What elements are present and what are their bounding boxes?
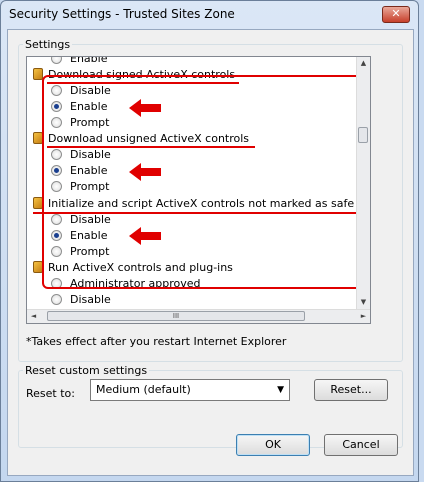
settings-list-box: Enable Download signed ActiveX controls … (26, 56, 371, 324)
horizontal-scrollbar[interactable]: ◄ III ► (27, 309, 370, 323)
scroll-up-icon[interactable]: ▲ (357, 57, 370, 70)
select-value: Medium (default) (96, 383, 191, 396)
scroll-down-icon[interactable]: ▼ (357, 296, 370, 309)
radio-icon[interactable] (51, 294, 62, 305)
settings-group-label: Settings (25, 38, 71, 51)
restart-note: *Takes effect after you restart Internet… (26, 335, 287, 348)
ok-button[interactable]: OK (236, 434, 310, 456)
option-label: Enable (70, 57, 108, 65)
vertical-scrollbar[interactable]: ▲ ▼ (356, 57, 370, 309)
window-title: Security Settings - Trusted Sites Zone (9, 7, 235, 21)
chevron-down-icon[interactable]: ▼ (277, 380, 284, 400)
scroll-right-icon[interactable]: ► (357, 310, 370, 323)
reset-level-select[interactable]: Medium (default) ▼ (90, 379, 290, 401)
dialog-client-area: Settings Enable Download signed ActiveX … (7, 29, 414, 476)
close-button[interactable]: ✕ (382, 6, 410, 23)
annotation-arrow-icon (129, 163, 161, 181)
reset-group-legend: Reset custom settings (25, 364, 148, 377)
security-settings-dialog: Security Settings - Trusted Sites Zone ✕… (0, 0, 419, 482)
reset-button[interactable]: Reset... (314, 379, 388, 401)
title-bar[interactable]: Security Settings - Trusted Sites Zone ✕ (1, 1, 418, 27)
annotation-arrow-icon (129, 99, 161, 117)
scroll-left-icon[interactable]: ◄ (27, 310, 40, 323)
horizontal-scroll-thumb[interactable]: III (47, 311, 305, 321)
annotation-arrow-icon (129, 227, 161, 245)
annotation-box (42, 75, 357, 289)
settings-list: Enable Download signed ActiveX controls … (27, 57, 357, 309)
option-disable[interactable]: Disable (51, 292, 111, 308)
option-enable-partial[interactable]: Enable (51, 57, 107, 67)
cancel-button[interactable]: Cancel (324, 434, 398, 456)
radio-icon[interactable] (51, 57, 62, 64)
option-label: Disable (70, 293, 111, 306)
vertical-scroll-thumb[interactable] (358, 127, 368, 143)
reset-to-label: Reset to: (26, 387, 75, 400)
